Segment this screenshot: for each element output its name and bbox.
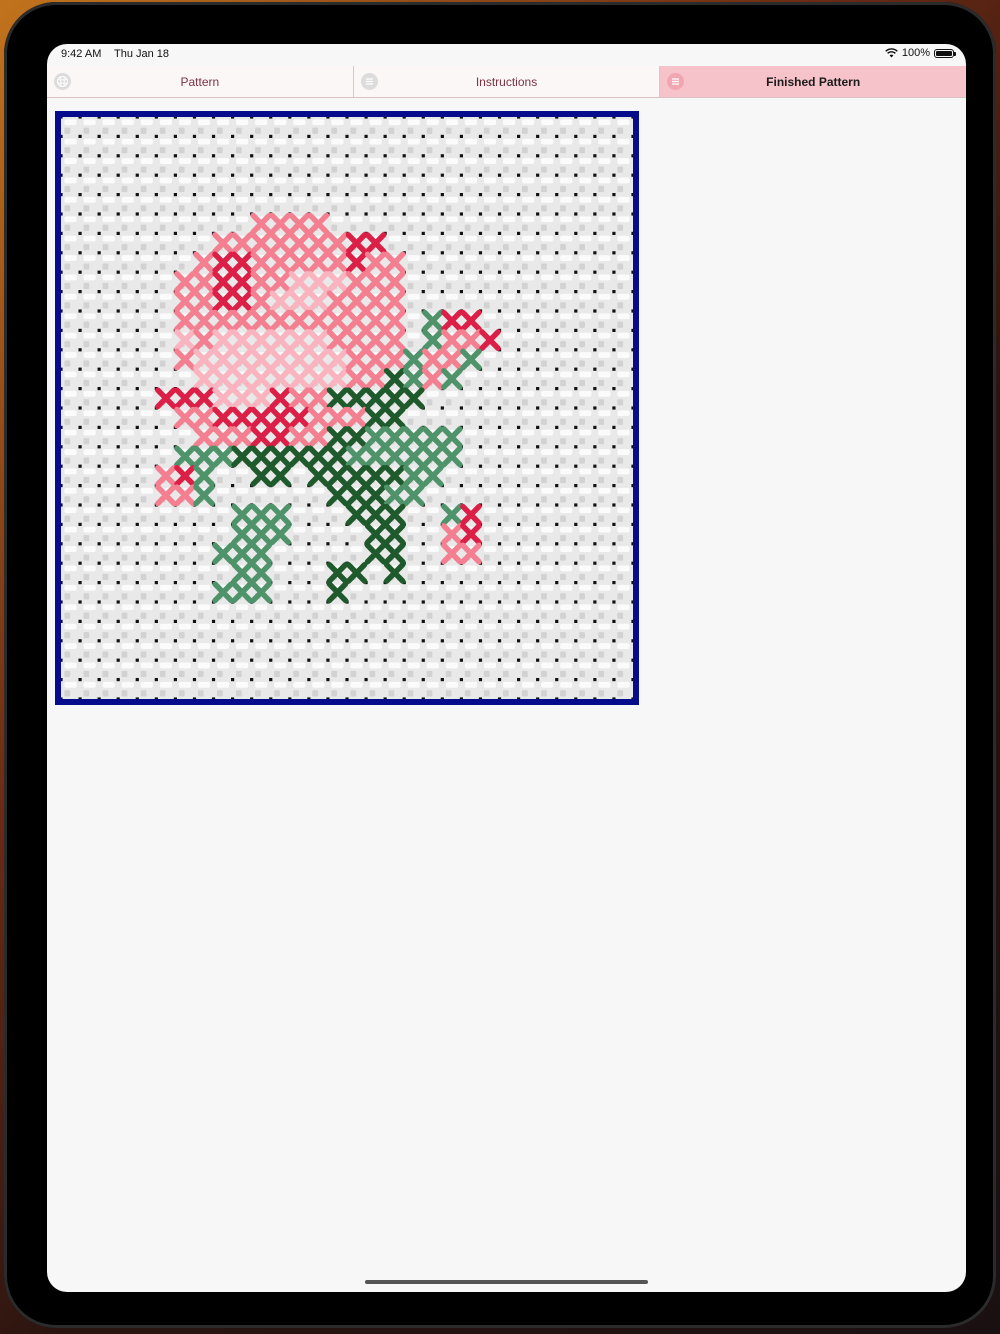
finished-pattern-canvas (61, 117, 633, 699)
finished-pattern-frame (55, 111, 639, 705)
status-bar: 9:42 AM Thu Jan 18 100% (47, 44, 966, 66)
wifi-icon (885, 48, 898, 58)
battery-icon (934, 48, 956, 58)
battery-percent: 100% (901, 47, 930, 59)
status-time: 9:42 AM (61, 48, 102, 60)
tab-instructions[interactable]: Instructions (353, 66, 661, 97)
tab-finished-pattern-label: Finished Pattern (766, 74, 861, 89)
tab-finished-pattern[interactable]: Finished Pattern (660, 66, 966, 97)
list-icon (667, 73, 685, 90)
tab-bar: Pattern Instructions Finished Pattern (47, 66, 966, 98)
tab-pattern-label: Pattern (180, 74, 220, 89)
status-right: 100% (885, 47, 956, 59)
home-indicator[interactable] (365, 1280, 648, 1284)
device-bezel: 9:42 AM Thu Jan 18 100% Pattern Instruct… (4, 2, 996, 1328)
status-date: Thu Jan 18 (114, 48, 170, 60)
tab-pattern[interactable]: Pattern (47, 66, 354, 97)
list-icon (360, 73, 378, 90)
grid-icon (54, 73, 71, 90)
app-screen: 9:42 AM Thu Jan 18 100% Pattern Instruct… (47, 44, 966, 1292)
tab-instructions-label: Instructions (475, 74, 538, 89)
